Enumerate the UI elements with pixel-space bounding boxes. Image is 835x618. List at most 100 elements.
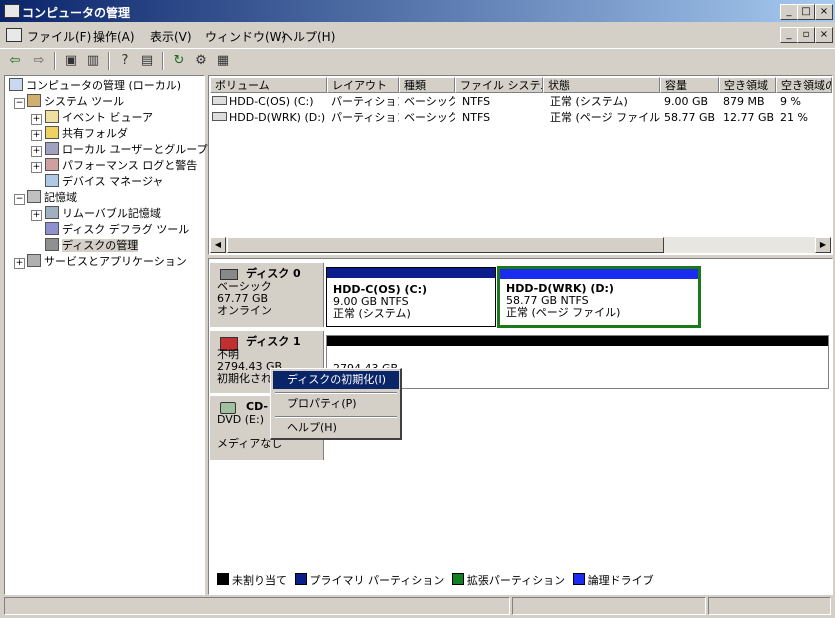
column-header-status[interactable]: 状態 bbox=[543, 77, 660, 93]
tree-item-label: ディスク デフラグ ツール bbox=[62, 223, 190, 236]
tree-item-label: ローカル ユーザーとグループ bbox=[62, 143, 208, 156]
menu-view[interactable]: 表示(V) bbox=[150, 28, 192, 45]
tree-item-local-users[interactable]: ローカル ユーザーとグループ bbox=[45, 142, 208, 158]
legend-label: 拡張パーティション bbox=[466, 574, 566, 587]
tree-item-label: 記憶域 bbox=[44, 191, 77, 204]
expand-icon[interactable]: + bbox=[31, 162, 42, 173]
properties-icon[interactable]: ▤ bbox=[138, 52, 156, 70]
tree-item-label: システム ツール bbox=[44, 95, 125, 108]
menu-window[interactable]: ウィンドウ(W) bbox=[205, 28, 286, 45]
services-icon bbox=[27, 254, 41, 267]
storage-icon bbox=[27, 190, 41, 203]
menu-item-help[interactable]: ヘルプ(H) bbox=[273, 419, 399, 437]
volume-bar-logical bbox=[500, 269, 698, 279]
tree-item-storage[interactable]: 記憶域 bbox=[27, 190, 77, 206]
horizontal-scrollbar[interactable]: ◀ ▶ bbox=[210, 237, 831, 253]
tree-item-removable-storage[interactable]: リムーバブル記憶域 bbox=[45, 206, 161, 222]
tree-item-label: パフォーマンス ログと警告 bbox=[62, 159, 198, 172]
mdi-close-button[interactable]: × bbox=[815, 27, 833, 43]
up-folder-icon[interactable]: ▣ bbox=[62, 52, 80, 70]
scroll-right-icon[interactable]: ▶ bbox=[815, 237, 831, 253]
context-menu: ディスクの初期化(I) プロパティ(P) ヘルプ(H) bbox=[270, 368, 402, 440]
title-bar: コンピュータの管理 _ □ × bbox=[0, 0, 835, 22]
collapse-icon[interactable]: − bbox=[14, 98, 25, 109]
cell-filesystem: NTFS bbox=[462, 111, 491, 124]
menu-action[interactable]: 操作(A) bbox=[93, 28, 135, 45]
refresh-icon[interactable]: ↻ bbox=[170, 52, 188, 70]
expand-icon[interactable]: + bbox=[31, 210, 42, 221]
tree-item-services-apps[interactable]: サービスとアプリケーション bbox=[27, 254, 187, 270]
legend-label: 未割り当て bbox=[232, 574, 287, 587]
tree-pane: コンピュータの管理 (ローカル) − システム ツール + イベント ビューア … bbox=[4, 75, 208, 595]
disk-management-icon bbox=[45, 238, 59, 251]
settings-icon[interactable]: ⚙ bbox=[192, 52, 210, 70]
collapse-icon[interactable]: − bbox=[14, 194, 25, 205]
expand-icon[interactable]: + bbox=[31, 146, 42, 157]
defrag-icon bbox=[45, 222, 59, 235]
tree-item-performance-logs[interactable]: パフォーマンス ログと警告 bbox=[45, 158, 197, 174]
maximize-button[interactable]: □ bbox=[797, 4, 815, 20]
column-header-volume[interactable]: ボリューム bbox=[210, 77, 327, 93]
tree-item-label: リムーバブル記憶域 bbox=[62, 207, 161, 220]
expand-icon[interactable]: + bbox=[31, 114, 42, 125]
close-button[interactable]: × bbox=[815, 4, 833, 20]
volume-status: 正常 (システム) bbox=[333, 307, 411, 320]
users-icon bbox=[45, 142, 59, 155]
cell-layout: パーティション bbox=[331, 95, 399, 108]
drive-icon bbox=[212, 96, 227, 105]
cell-free-space: 879 MB bbox=[723, 95, 765, 108]
document-icon[interactable] bbox=[6, 28, 22, 42]
legend-swatch-unallocated bbox=[217, 573, 229, 585]
tree-item-device-manager[interactable]: デバイス マネージャ bbox=[45, 174, 163, 190]
mdi-restore-button[interactable]: ▫ bbox=[797, 27, 815, 43]
tree-item-label: コンピュータの管理 (ローカル) bbox=[26, 79, 182, 92]
back-icon[interactable]: ⇦ bbox=[6, 52, 24, 70]
expand-icon[interactable]: + bbox=[14, 258, 25, 269]
show-tree-icon[interactable]: ▥ bbox=[84, 52, 102, 70]
disk-0-label[interactable]: ディスク 0 ベーシック 67.77 GB オンライン bbox=[210, 263, 324, 327]
tree-item-label: 共有フォルダ bbox=[62, 127, 128, 140]
cell-filesystem: NTFS bbox=[462, 95, 491, 108]
menu-help[interactable]: ヘルプ(H) bbox=[281, 28, 335, 45]
expand-icon[interactable]: + bbox=[31, 130, 42, 141]
menu-item-initialize-disk[interactable]: ディスクの初期化(I) bbox=[273, 371, 399, 389]
tree-item-event-viewer[interactable]: イベント ビューア bbox=[45, 110, 153, 126]
scroll-left-icon[interactable]: ◀ bbox=[210, 237, 226, 253]
mdi-minimize-button[interactable]: _ bbox=[780, 27, 798, 43]
performance-icon bbox=[45, 158, 59, 171]
tree-item-disk-management[interactable]: ディスクの管理 bbox=[45, 238, 139, 254]
help-icon[interactable]: ? bbox=[116, 52, 134, 70]
menu-file[interactable]: ファイル(F) bbox=[27, 28, 91, 45]
forward-icon[interactable]: ⇨ bbox=[30, 52, 48, 70]
column-header-free-space[interactable]: 空き領域 bbox=[719, 77, 776, 93]
disk-icon[interactable]: ▦ bbox=[214, 52, 232, 70]
menu-bar: ファイル(F) 操作(A) 表示(V) ウィンドウ(W) ヘルプ(H) _ ▫ … bbox=[0, 22, 835, 46]
tree-item-computer-management[interactable]: コンピュータの管理 (ローカル) bbox=[9, 78, 181, 94]
cell-free-percent: 21 % bbox=[780, 111, 808, 124]
column-header-type[interactable]: 種類 bbox=[399, 77, 455, 93]
window-title: コンピュータの管理 bbox=[22, 6, 131, 20]
volume-d[interactable]: HDD-D(WRK) (D:) 58.77 GB NTFS 正常 (ページ ファ… bbox=[497, 266, 701, 328]
hard-disk-icon bbox=[220, 269, 238, 280]
column-header-layout[interactable]: レイアウト bbox=[327, 77, 399, 93]
volume-c[interactable]: HDD-C(OS) (C:) 9.00 GB NTFS 正常 (システム) bbox=[326, 267, 496, 327]
scrollbar-thumb[interactable] bbox=[227, 237, 664, 253]
tree-item-shared-folders[interactable]: 共有フォルダ bbox=[45, 126, 128, 142]
column-header-filesystem[interactable]: ファイル システム bbox=[455, 77, 543, 93]
menu-item-properties[interactable]: プロパティ(P) bbox=[273, 395, 399, 413]
cell-volume: HDD-C(OS) (C:) bbox=[212, 94, 326, 110]
tree-item-system-tools[interactable]: システム ツール bbox=[27, 94, 124, 110]
tree-item-disk-defrag[interactable]: ディスク デフラグ ツール bbox=[45, 222, 189, 238]
toolbar-separator bbox=[108, 52, 110, 70]
minimize-button[interactable]: _ bbox=[780, 4, 798, 20]
cell-capacity: 58.77 GB bbox=[664, 111, 716, 124]
cell-type: ベーシック bbox=[404, 95, 455, 108]
event-viewer-icon bbox=[45, 110, 59, 123]
legend-swatch-extended bbox=[451, 573, 464, 585]
column-header-free-percent[interactable]: 空き領域の bbox=[776, 77, 832, 93]
column-header-capacity[interactable]: 容量 bbox=[660, 77, 719, 93]
removable-storage-icon bbox=[45, 206, 59, 219]
cell-status: 正常 (システム) bbox=[550, 95, 628, 108]
tree-item-label: イベント ビューア bbox=[62, 111, 154, 124]
volume-list: ボリューム レイアウト 種類 ファイル システム 状態 容量 空き領域 空き領域… bbox=[208, 75, 833, 255]
